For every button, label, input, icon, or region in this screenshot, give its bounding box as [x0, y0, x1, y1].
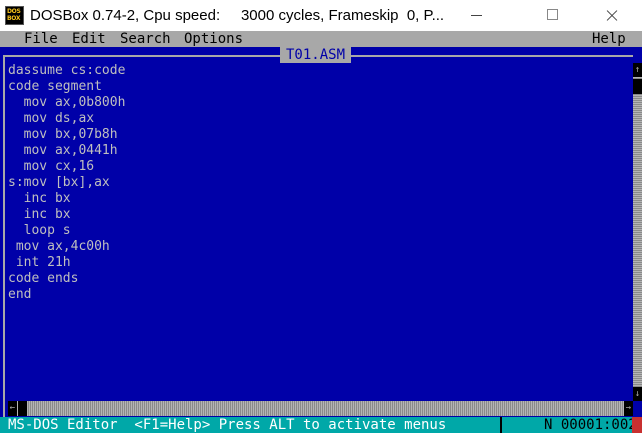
scroll-down-arrow-icon[interactable]: ↓ — [633, 387, 642, 401]
vertical-scroll-thumb[interactable] — [633, 79, 642, 94]
menu-file[interactable]: File — [24, 31, 58, 47]
horizontal-scrollbar[interactable]: ← → — [8, 401, 633, 416]
vertical-scrollbar[interactable]: ↑ ↓ — [633, 63, 642, 401]
code-text-area[interactable]: dassume cs:code code segment mov ax,0b80… — [8, 63, 125, 303]
menu-search[interactable]: Search — [120, 31, 171, 47]
window-title: DOSBox 0.74-2, Cpu speed: 3000 cycles, F… — [30, 7, 445, 24]
minimize-button[interactable] — [454, 0, 500, 31]
menu-edit[interactable]: Edit — [72, 31, 106, 47]
dosbox-app-icon[interactable]: DOS BOX — [5, 6, 24, 25]
icon-text-top: DOS — [7, 8, 21, 15]
status-bar: MS-DOS Editor <F1=Help> Press ALT to act… — [0, 417, 642, 433]
status-separator — [500, 417, 502, 433]
cursor-position: N 00001:002 — [544, 417, 637, 433]
menu-bar: File Edit Search Options Help — [0, 31, 642, 47]
dos-screen: File Edit Search Options Help T01.ASM da… — [0, 31, 642, 433]
menu-options[interactable]: Options — [184, 31, 243, 47]
scroll-up-arrow-icon[interactable]: ↑ — [633, 63, 642, 77]
scroll-left-arrow-icon[interactable]: ← — [8, 401, 17, 416]
status-message: MS-DOS Editor <F1=Help> Press ALT to act… — [8, 417, 447, 433]
maximize-button[interactable] — [530, 0, 576, 31]
window-title-bar: DOS BOX DOSBox 0.74-2, Cpu speed: 3000 c… — [0, 0, 642, 31]
close-button[interactable] — [590, 0, 636, 31]
menu-help[interactable]: Help — [592, 31, 626, 47]
scroll-right-arrow-icon[interactable]: → — [624, 401, 633, 416]
status-edge-marker — [632, 417, 642, 433]
icon-text-bottom: BOX — [7, 15, 21, 22]
file-title: T01.ASM — [280, 47, 352, 63]
horizontal-scroll-thumb[interactable] — [18, 401, 27, 416]
